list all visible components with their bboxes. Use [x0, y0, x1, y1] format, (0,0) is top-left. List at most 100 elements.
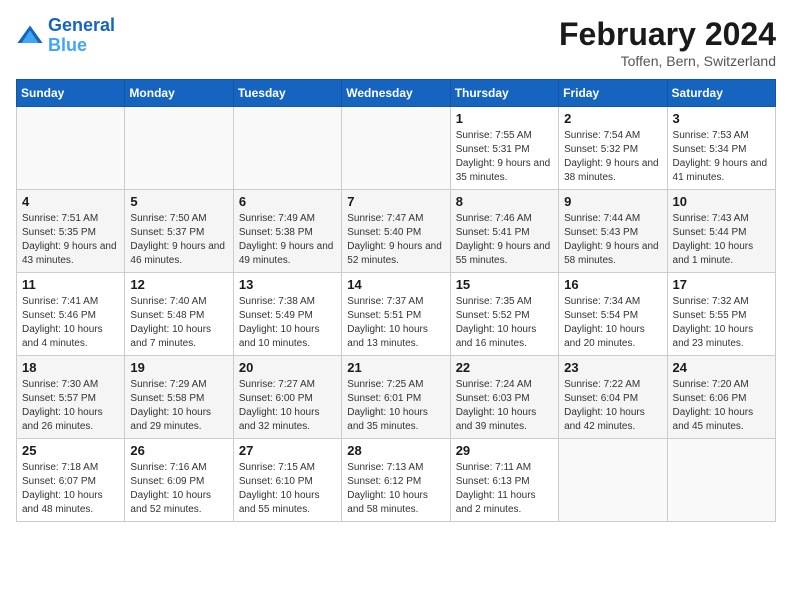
day-info: Sunrise: 7:49 AM Sunset: 5:38 PM Dayligh… [239, 212, 336, 268]
calendar-cell: 7 Sunrise: 7:47 AM Sunset: 5:40 PM Daylig… [342, 190, 450, 273]
calendar-cell [667, 439, 775, 522]
day-number: 4 [22, 194, 119, 209]
day-info: Sunrise: 7:18 AM Sunset: 6:07 PM Dayligh… [22, 461, 119, 517]
day-info: Sunrise: 7:32 AM Sunset: 5:55 PM Dayligh… [673, 295, 770, 351]
calendar-cell [233, 107, 341, 190]
calendar-cell [17, 107, 125, 190]
calendar-cell: 17 Sunrise: 7:32 AM Sunset: 5:55 PM Dayli… [667, 273, 775, 356]
calendar-cell: 10Sunrise: 7:43 AM Sunset: 5:44 PM Dayli… [667, 190, 775, 273]
day-info: Sunrise: 7:43 AM Sunset: 5:44 PM Dayligh… [673, 212, 770, 268]
day-info: Sunrise: 7:16 AM Sunset: 6:09 PM Dayligh… [130, 461, 227, 517]
day-number: 28 [347, 443, 444, 458]
day-number: 24 [673, 360, 770, 375]
day-info: Sunrise: 7:47 AM Sunset: 5:40 PM Dayligh… [347, 212, 444, 268]
day-number: 29 [456, 443, 553, 458]
weekday-header-friday: Friday [559, 80, 667, 107]
day-number: 12 [130, 277, 227, 292]
day-number: 14 [347, 277, 444, 292]
calendar-cell: 12 Sunrise: 7:40 AM Sunset: 5:48 PM Dayli… [125, 273, 233, 356]
day-number: 1 [456, 111, 553, 126]
calendar-cell [342, 107, 450, 190]
day-info: Sunrise: 7:29 AM Sunset: 5:58 PM Dayligh… [130, 378, 227, 434]
calendar-cell: 20 Sunrise: 7:27 AM Sunset: 6:00 PM Dayli… [233, 356, 341, 439]
day-number: 18 [22, 360, 119, 375]
calendar-week-1: 1 Sunrise: 7:55 AM Sunset: 5:31 PM Daylig… [17, 107, 776, 190]
day-info: Sunrise: 7:25 AM Sunset: 6:01 PM Dayligh… [347, 378, 444, 434]
day-info: Sunrise: 7:35 AM Sunset: 5:52 PM Dayligh… [456, 295, 553, 351]
day-number: 7 [347, 194, 444, 209]
day-info: Sunrise: 7:24 AM Sunset: 6:03 PM Dayligh… [456, 378, 553, 434]
calendar-cell [559, 439, 667, 522]
day-info: Sunrise: 7:50 AM Sunset: 5:37 PM Dayligh… [130, 212, 227, 268]
day-info: Sunrise: 7:41 AM Sunset: 5:46 PM Dayligh… [22, 295, 119, 351]
calendar-cell: 27Sunrise: 7:15 AM Sunset: 6:10 PM Dayli… [233, 439, 341, 522]
calendar-cell: 18 Sunrise: 7:30 AM Sunset: 5:57 PM Dayli… [17, 356, 125, 439]
day-info: Sunrise: 7:53 AM Sunset: 5:34 PM Dayligh… [673, 129, 770, 185]
day-number: 2 [564, 111, 661, 126]
day-info: Sunrise: 7:22 AM Sunset: 6:04 PM Dayligh… [564, 378, 661, 434]
day-number: 8 [456, 194, 553, 209]
day-info: Sunrise: 7:20 AM Sunset: 6:06 PM Dayligh… [673, 378, 770, 434]
day-number: 13 [239, 277, 336, 292]
day-info: Sunrise: 7:15 AM Sunset: 6:10 PM Dayligh… [239, 461, 336, 517]
day-info: Sunrise: 7:54 AM Sunset: 5:32 PM Dayligh… [564, 129, 661, 185]
day-number: 26 [130, 443, 227, 458]
page-header: GeneralBlue February 2024 Toffen, Bern, … [16, 16, 776, 69]
calendar-table: SundayMondayTuesdayWednesdayThursdayFrid… [16, 79, 776, 522]
day-info: Sunrise: 7:11 AM Sunset: 6:13 PM Dayligh… [456, 461, 553, 517]
day-number: 22 [456, 360, 553, 375]
day-info: Sunrise: 7:55 AM Sunset: 5:31 PM Dayligh… [456, 129, 553, 185]
day-number: 20 [239, 360, 336, 375]
calendar-cell: 25 Sunrise: 7:18 AM Sunset: 6:07 PM Dayli… [17, 439, 125, 522]
calendar-cell [125, 107, 233, 190]
location-subtitle: Toffen, Bern, Switzerland [559, 53, 776, 69]
logo-icon [16, 22, 44, 50]
calendar-header-row: SundayMondayTuesdayWednesdayThursdayFrid… [17, 80, 776, 107]
calendar-cell: 15 Sunrise: 7:35 AM Sunset: 5:52 PM Dayli… [450, 273, 558, 356]
calendar-cell: 6 Sunrise: 7:49 AM Sunset: 5:38 PM Daylig… [233, 190, 341, 273]
day-info: Sunrise: 7:46 AM Sunset: 5:41 PM Dayligh… [456, 212, 553, 268]
day-info: Sunrise: 7:51 AM Sunset: 5:35 PM Dayligh… [22, 212, 119, 268]
day-number: 11 [22, 277, 119, 292]
calendar-cell: 13 Sunrise: 7:38 AM Sunset: 5:49 PM Dayli… [233, 273, 341, 356]
day-info: Sunrise: 7:37 AM Sunset: 5:51 PM Dayligh… [347, 295, 444, 351]
day-number: 17 [673, 277, 770, 292]
weekday-header-sunday: Sunday [17, 80, 125, 107]
logo: GeneralBlue [16, 16, 115, 56]
calendar-cell: 3Sunrise: 7:53 AM Sunset: 5:34 PM Daylig… [667, 107, 775, 190]
title-area: February 2024 Toffen, Bern, Switzerland [559, 16, 776, 69]
calendar-cell: 22 Sunrise: 7:24 AM Sunset: 6:03 PM Dayli… [450, 356, 558, 439]
calendar-cell: 28 Sunrise: 7:13 AM Sunset: 6:12 PM Dayli… [342, 439, 450, 522]
day-info: Sunrise: 7:30 AM Sunset: 5:57 PM Dayligh… [22, 378, 119, 434]
calendar-week-3: 11 Sunrise: 7:41 AM Sunset: 5:46 PM Dayli… [17, 273, 776, 356]
calendar-cell: 14 Sunrise: 7:37 AM Sunset: 5:51 PM Dayli… [342, 273, 450, 356]
day-number: 9 [564, 194, 661, 209]
day-info: Sunrise: 7:44 AM Sunset: 5:43 PM Dayligh… [564, 212, 661, 268]
day-info: Sunrise: 7:38 AM Sunset: 5:49 PM Dayligh… [239, 295, 336, 351]
calendar-cell: 4 Sunrise: 7:51 AM Sunset: 5:35 PM Daylig… [17, 190, 125, 273]
calendar-week-4: 18 Sunrise: 7:30 AM Sunset: 5:57 PM Dayli… [17, 356, 776, 439]
calendar-cell: 9 Sunrise: 7:44 AM Sunset: 5:43 PM Daylig… [559, 190, 667, 273]
day-info: Sunrise: 7:40 AM Sunset: 5:48 PM Dayligh… [130, 295, 227, 351]
weekday-header-thursday: Thursday [450, 80, 558, 107]
weekday-header-monday: Monday [125, 80, 233, 107]
day-number: 6 [239, 194, 336, 209]
calendar-cell: 16Sunrise: 7:34 AM Sunset: 5:54 PM Dayli… [559, 273, 667, 356]
day-number: 19 [130, 360, 227, 375]
day-number: 5 [130, 194, 227, 209]
day-number: 21 [347, 360, 444, 375]
calendar-cell: 26 Sunrise: 7:16 AM Sunset: 6:09 PM Dayli… [125, 439, 233, 522]
weekday-header-wednesday: Wednesday [342, 80, 450, 107]
weekday-header-tuesday: Tuesday [233, 80, 341, 107]
calendar-cell: 1 Sunrise: 7:55 AM Sunset: 5:31 PM Daylig… [450, 107, 558, 190]
day-number: 15 [456, 277, 553, 292]
calendar-cell: 8 Sunrise: 7:46 AM Sunset: 5:41 PM Daylig… [450, 190, 558, 273]
calendar-cell: 24 Sunrise: 7:20 AM Sunset: 6:06 PM Dayli… [667, 356, 775, 439]
day-number: 16 [564, 277, 661, 292]
day-number: 25 [22, 443, 119, 458]
day-info: Sunrise: 7:27 AM Sunset: 6:00 PM Dayligh… [239, 378, 336, 434]
day-number: 23 [564, 360, 661, 375]
calendar-week-2: 4 Sunrise: 7:51 AM Sunset: 5:35 PM Daylig… [17, 190, 776, 273]
day-info: Sunrise: 7:13 AM Sunset: 6:12 PM Dayligh… [347, 461, 444, 517]
logo-text: GeneralBlue [48, 16, 115, 56]
